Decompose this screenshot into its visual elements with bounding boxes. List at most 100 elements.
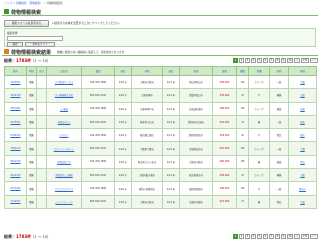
table-cell: 2/20 水 bbox=[114, 128, 132, 143]
page-link[interactable]: 10 bbox=[286, 58, 294, 63]
table-cell[interactable]: 4567891 bbox=[4, 101, 27, 116]
table-cell[interactable]: 8901234 bbox=[4, 154, 27, 170]
column-header[interactable]: 着地 bbox=[179, 66, 213, 76]
table-cell[interactable]: 7890123 bbox=[4, 141, 27, 156]
page-link[interactable]: 6 bbox=[262, 234, 268, 239]
page-link[interactable]: 8 bbox=[274, 58, 280, 63]
page-link[interactable]: 179 bbox=[300, 234, 309, 239]
table-cell: 静岡県浜松市 bbox=[179, 128, 213, 143]
column-header[interactable]: 電話 bbox=[81, 66, 115, 76]
table-cell[interactable]: 1234567 bbox=[4, 74, 27, 90]
table-cell: 10t bbox=[236, 154, 249, 170]
page-title: 荷物情報検索 bbox=[11, 9, 42, 16]
clear-button[interactable]: 条件をクリア bbox=[25, 42, 55, 47]
table-cell[interactable]: 有限会社〇〇 bbox=[46, 154, 82, 170]
table-cell[interactable]: △△輸送 bbox=[46, 101, 82, 116]
table-row[interactable]: 1234567 関東 〇〇物流サービス 012-456-7890 2/20 水大阪府大阪… bbox=[4, 74, 317, 90]
column-header[interactable]: 車種 bbox=[248, 66, 270, 76]
breadcrumb-search[interactable]: 荷物検索 bbox=[16, 2, 26, 5]
table-row[interactable]: 9012345 関東 有限会社△△運輸 987-654-3210 2/20 水大阪府東大… bbox=[4, 168, 317, 183]
table-cell: 10t bbox=[236, 101, 249, 116]
table-cell[interactable]: 〇〇ロジ bbox=[46, 128, 82, 143]
table-row[interactable]: 6789012 関東 〇〇ロジ 012-456-7890 2/20 水東京都江東区 2/2… bbox=[4, 128, 317, 143]
table-cell: 大阪府東大阪市 bbox=[131, 168, 163, 183]
table-cell[interactable]: 大阪 bbox=[288, 168, 317, 183]
table-cell[interactable]: 9012345 bbox=[4, 168, 27, 183]
table-cell[interactable]: 有限会社△△ bbox=[46, 114, 82, 130]
page-link[interactable]: 6 bbox=[262, 58, 268, 63]
table-cell: 京都府京都市 bbox=[179, 194, 213, 209]
column-header[interactable]: 会社名 bbox=[46, 66, 82, 76]
table-cell[interactable]: 兵庫 bbox=[288, 101, 317, 116]
table-cell[interactable]: 5678901 bbox=[4, 114, 27, 130]
table-cell: ¥60,000 bbox=[212, 154, 237, 170]
table-cell[interactable]: 栃木 bbox=[288, 114, 317, 130]
table-cell[interactable]: 〇〇エクスプレス bbox=[46, 181, 82, 196]
page-link[interactable]: 10 bbox=[286, 234, 294, 239]
table-cell bbox=[36, 141, 47, 156]
table-cell[interactable]: 埼玉 bbox=[288, 154, 317, 170]
page-link[interactable]: 1 bbox=[232, 58, 238, 63]
table-cell[interactable]: 0123456 bbox=[4, 181, 27, 196]
page-link[interactable]: 2 bbox=[238, 234, 244, 239]
page-link[interactable]: 9 bbox=[280, 234, 286, 239]
table-cell[interactable]: 千葉 bbox=[288, 141, 317, 156]
page-link[interactable]: ＞＞ bbox=[309, 58, 318, 63]
column-header[interactable]: 発日 bbox=[114, 66, 132, 76]
column-header[interactable]: 発地 bbox=[131, 66, 163, 76]
page-link[interactable]: 179 bbox=[300, 58, 309, 63]
page-link[interactable]: 1 bbox=[232, 234, 238, 239]
page-link[interactable]: 8 bbox=[274, 234, 280, 239]
page-link[interactable]: 3 bbox=[244, 58, 250, 63]
results-count-row: 結果：1783件（1 ～ 10） 1 2 3 4 5 6 7 8 9 10 ＞ 179 ＞＞ bbox=[4, 58, 318, 64]
page-link[interactable]: 4 bbox=[250, 58, 256, 63]
table-cell[interactable]: 有限会社△△運輸 bbox=[46, 168, 82, 183]
show-search-form-button[interactable]: 検索フォームを表示する bbox=[4, 20, 49, 27]
table-row[interactable]: 0123456 関東 〇〇エクスプレス 012-456-7890 2/20 水神奈川県横… bbox=[4, 181, 317, 196]
table-cell[interactable]: △△トラフィック bbox=[46, 194, 82, 209]
search-button[interactable]: 検索 bbox=[7, 42, 23, 47]
table-cell[interactable]: 大阪 bbox=[288, 194, 317, 209]
page-link[interactable]: 5 bbox=[256, 234, 262, 239]
column-header[interactable]: 番号 bbox=[4, 66, 27, 76]
breadcrumb-cargo[interactable]: （貨物検索） bbox=[27, 2, 43, 5]
table-row[interactable]: 5678901 関東 有限会社△△ 987-654-3210 2/20 水栃木県小山市 2… bbox=[4, 114, 317, 130]
page-link[interactable]: ＞＞ bbox=[309, 234, 318, 239]
table-cell[interactable]: 大阪 bbox=[288, 74, 317, 90]
table-cell[interactable]: 3456789 bbox=[4, 88, 27, 103]
column-header[interactable]: 運賃 bbox=[212, 66, 237, 76]
table-row[interactable]: 1234567 関東 △△トラフィック 987-654-3210 2/20 水大阪府大阪… bbox=[4, 194, 317, 209]
page-link[interactable]: 5 bbox=[256, 58, 262, 63]
breadcrumb-top[interactable]: トップ bbox=[4, 2, 12, 5]
table-cell[interactable]: 1234567 bbox=[4, 194, 27, 209]
table-cell[interactable]: 東京 bbox=[288, 128, 317, 143]
column-header[interactable]: 地域 bbox=[288, 66, 317, 76]
table-row[interactable]: 3456789 関東 〇〇運輸株式会社 987-654-3210 2/20 水大阪府堺市… bbox=[4, 88, 317, 103]
table-cell[interactable]: 〇〇運輸株式会社 bbox=[46, 88, 82, 103]
table-cell[interactable]: 6789012 bbox=[4, 128, 27, 143]
table-cell[interactable]: 〇〇物流サービス bbox=[46, 74, 82, 90]
page-link[interactable]: 7 bbox=[268, 234, 274, 239]
table-cell: 012-456-7890 bbox=[81, 181, 115, 196]
column-header[interactable]: 重量 bbox=[236, 66, 249, 76]
table-row[interactable]: 7890123 関東 〇〇トランスポート 987-654-3210 2/20 水千葉県千… bbox=[4, 141, 317, 156]
column-header[interactable]: 区分 bbox=[36, 66, 47, 76]
page-link[interactable]: 7 bbox=[268, 58, 274, 63]
page-link[interactable]: 2 bbox=[238, 58, 244, 63]
page-link[interactable]: 4 bbox=[250, 234, 256, 239]
page-link[interactable]: ＞ bbox=[294, 234, 300, 239]
table-cell[interactable]: 神奈川 bbox=[288, 181, 317, 196]
search-input[interactable] bbox=[7, 36, 63, 41]
table-row[interactable]: 8901234 関東 有限会社〇〇 012-456-7890 2/20 水埼玉県さいたま… bbox=[4, 154, 317, 170]
column-header[interactable]: 荷物 bbox=[269, 66, 289, 76]
table-cell[interactable]: 山梨 bbox=[288, 88, 317, 103]
page-link[interactable]: 3 bbox=[244, 234, 250, 239]
page-link[interactable]: 9 bbox=[280, 58, 286, 63]
table-row[interactable]: 4567891 関東 △△輸送 012-456-7890 2/20 水兵庫県神戸市 2/2… bbox=[4, 101, 317, 116]
page-link[interactable]: ＞ bbox=[294, 58, 300, 63]
column-header[interactable]: 地域 bbox=[26, 66, 37, 76]
table-cell: ¥25,000 bbox=[212, 114, 237, 130]
column-header[interactable]: 着日 bbox=[162, 66, 180, 76]
table-cell: 関東 bbox=[26, 101, 37, 116]
table-cell[interactable]: 〇〇トランスポート bbox=[46, 141, 82, 156]
